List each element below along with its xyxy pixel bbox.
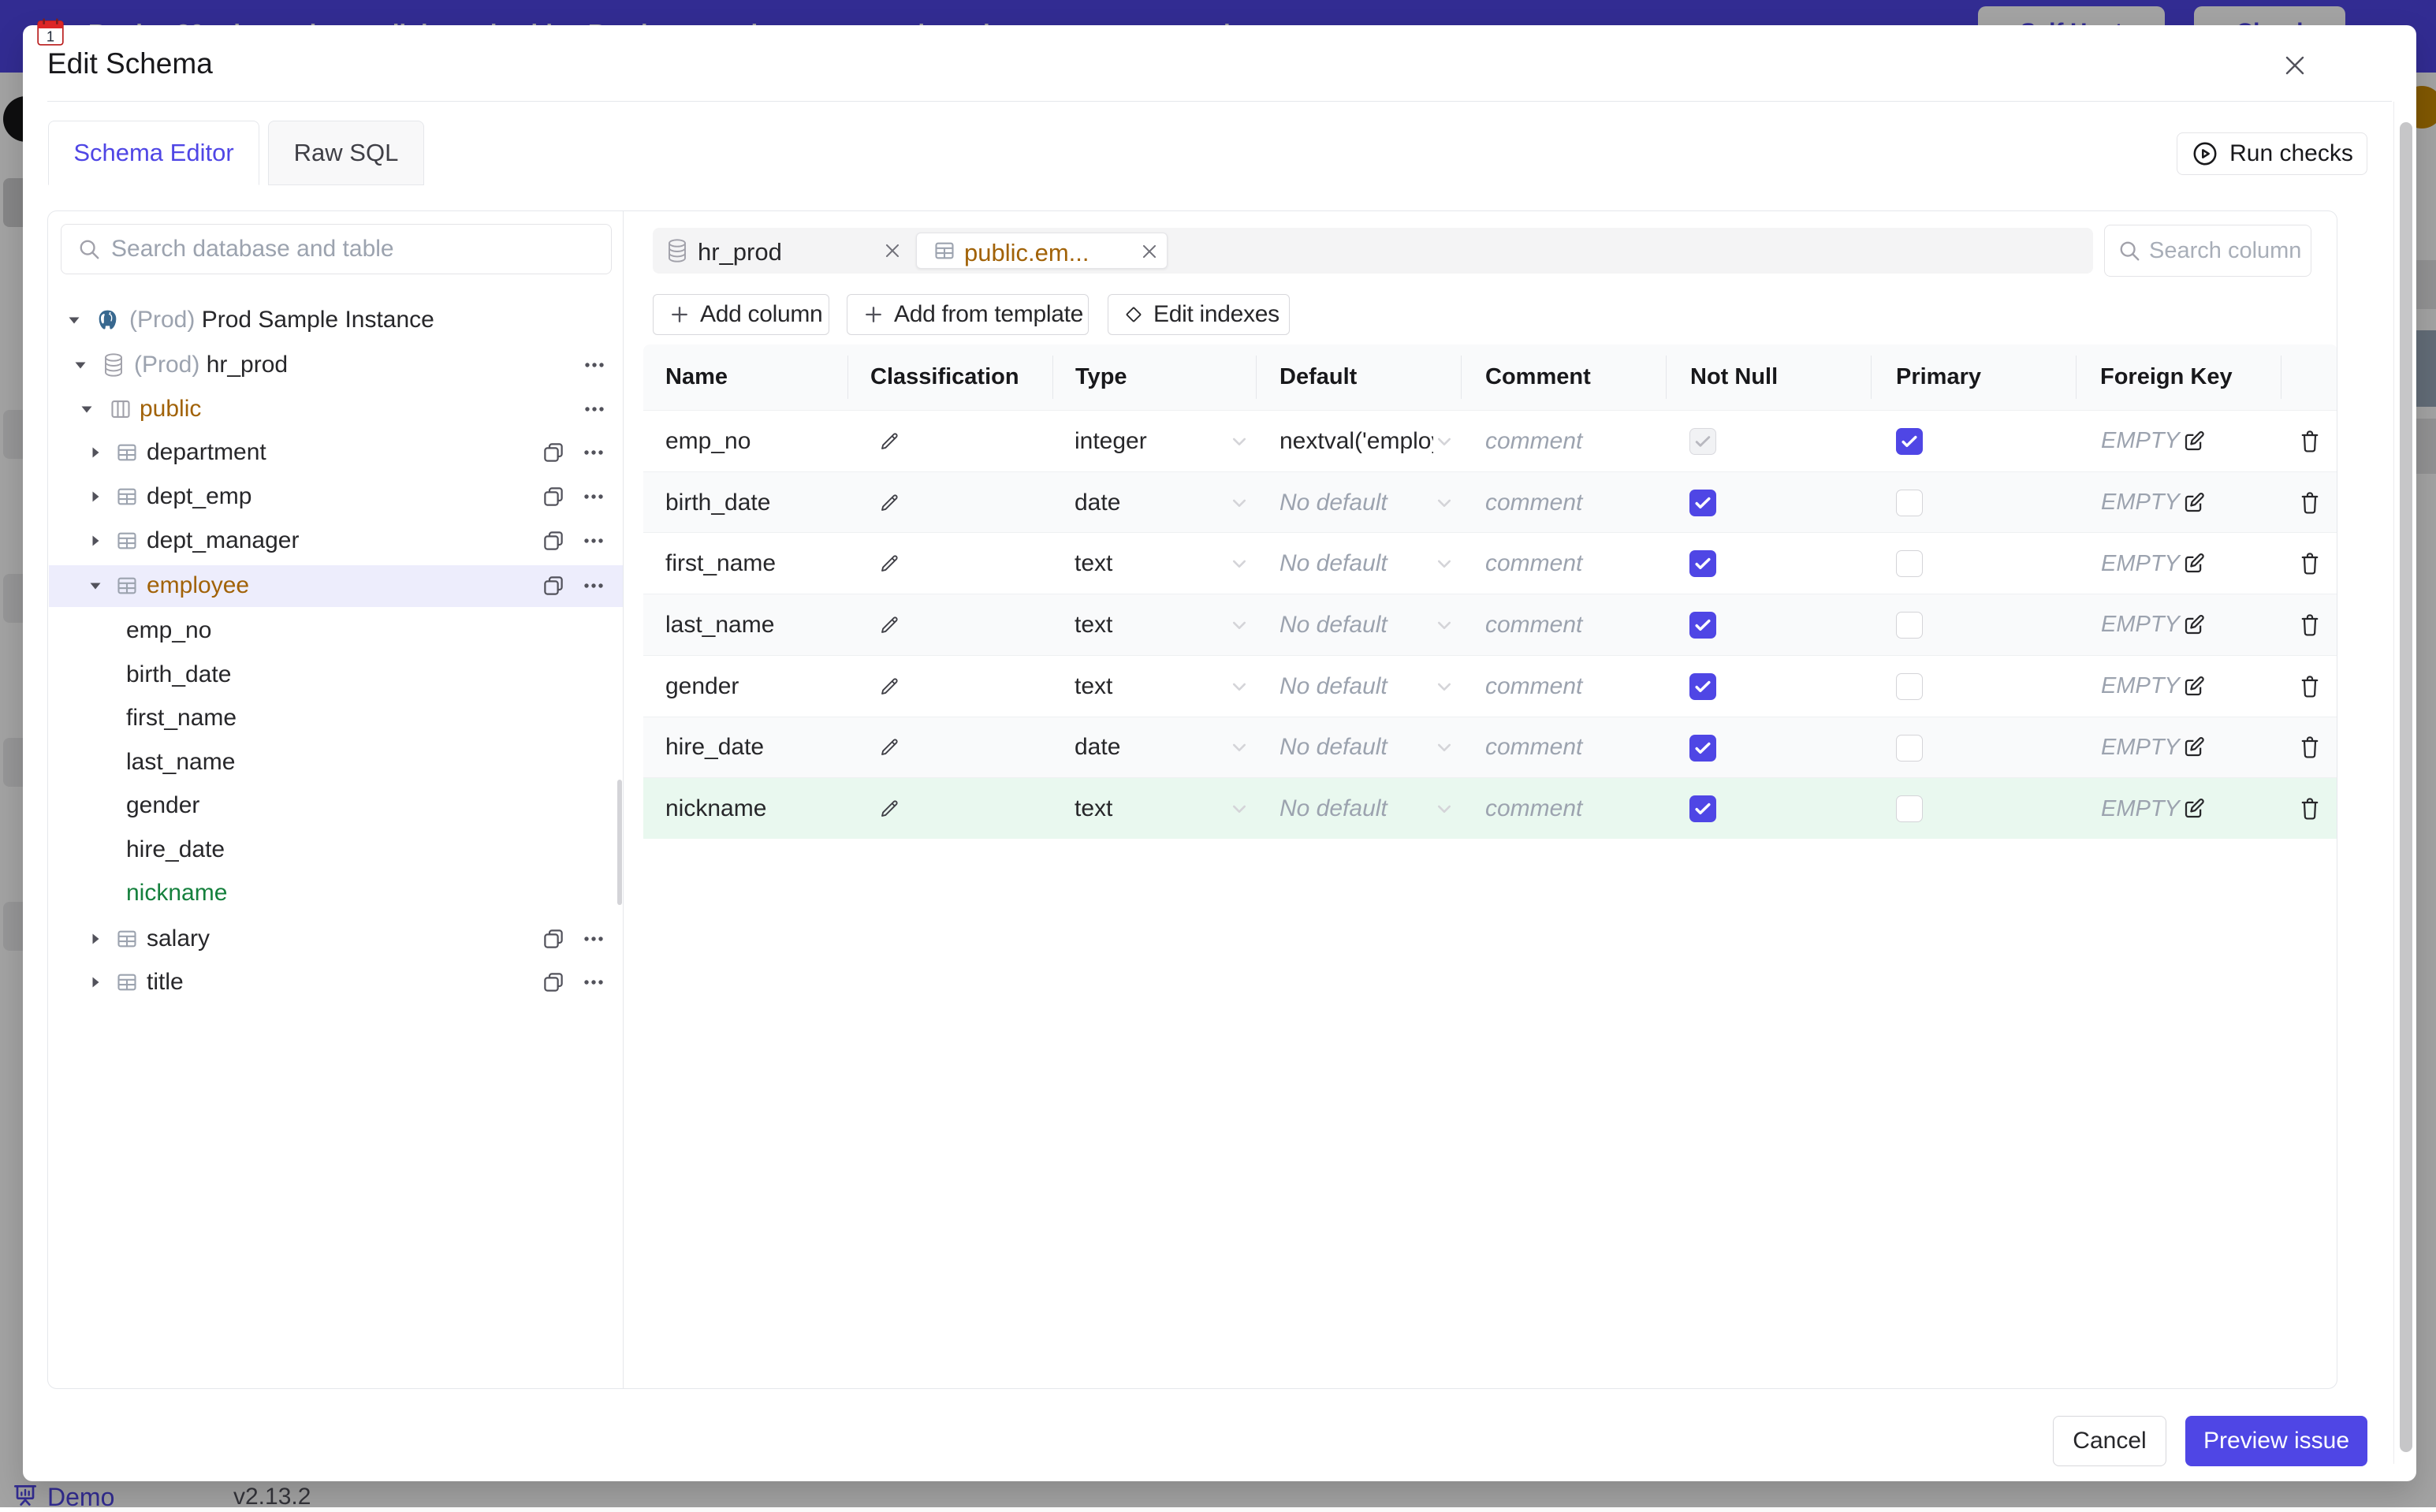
svg-text:1: 1 bbox=[47, 28, 54, 45]
